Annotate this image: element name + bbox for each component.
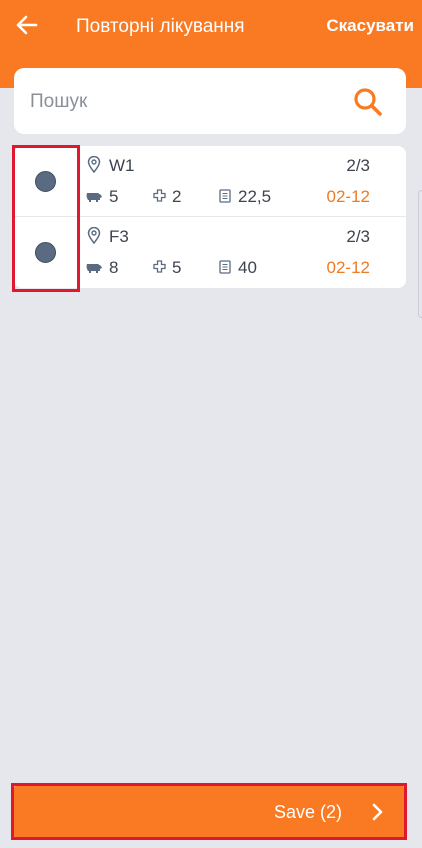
page-title: Повторні лікування — [76, 16, 245, 37]
arrow-left-icon — [16, 15, 38, 35]
location-name: W1 — [109, 156, 135, 175]
treatment-progress: 2/3 — [346, 156, 370, 175]
select-radio[interactable] — [35, 242, 56, 263]
document-icon — [219, 260, 231, 274]
treatment-date: 02-12 — [326, 187, 370, 206]
treatment-progress: 2/3 — [346, 227, 370, 246]
search-icon[interactable] — [352, 86, 384, 118]
cancel-button[interactable]: Скасувати — [326, 16, 414, 36]
location-pin-icon — [87, 156, 101, 173]
pig-icon — [86, 193, 102, 202]
dose-value: 40 — [238, 258, 257, 277]
chevron-right-icon — [372, 803, 383, 821]
search-bar — [14, 68, 406, 134]
medical-cross-icon — [153, 260, 166, 273]
search-input[interactable] — [30, 88, 330, 116]
location-name: F3 — [109, 227, 129, 246]
medical-cross-icon — [153, 189, 166, 202]
save-label: Save (2) — [273, 802, 342, 822]
treatment-date: 02-12 — [326, 258, 370, 277]
treatment-count: 5 — [172, 258, 182, 277]
scroll-indicator[interactable] — [418, 190, 422, 318]
pig-icon — [86, 264, 102, 273]
dose-value: 22,5 — [238, 187, 272, 206]
treatment-list: W1 2/3 5 2 22,5 02-12 F3 2/3 8 5 40 02-1… — [14, 146, 406, 288]
location-pin-icon — [87, 227, 101, 244]
list-item[interactable]: W1 2/3 5 2 22,5 02-12 — [14, 146, 406, 217]
pig-count: 8 — [109, 258, 119, 277]
select-radio[interactable] — [35, 171, 56, 192]
pig-count: 5 — [109, 187, 119, 206]
save-button[interactable]: Save (2) — [14, 786, 404, 838]
back-button[interactable] — [14, 12, 40, 38]
document-icon — [219, 189, 231, 203]
treatment-count: 2 — [172, 187, 182, 206]
list-item[interactable]: F3 2/3 8 5 40 02-12 — [14, 217, 406, 288]
